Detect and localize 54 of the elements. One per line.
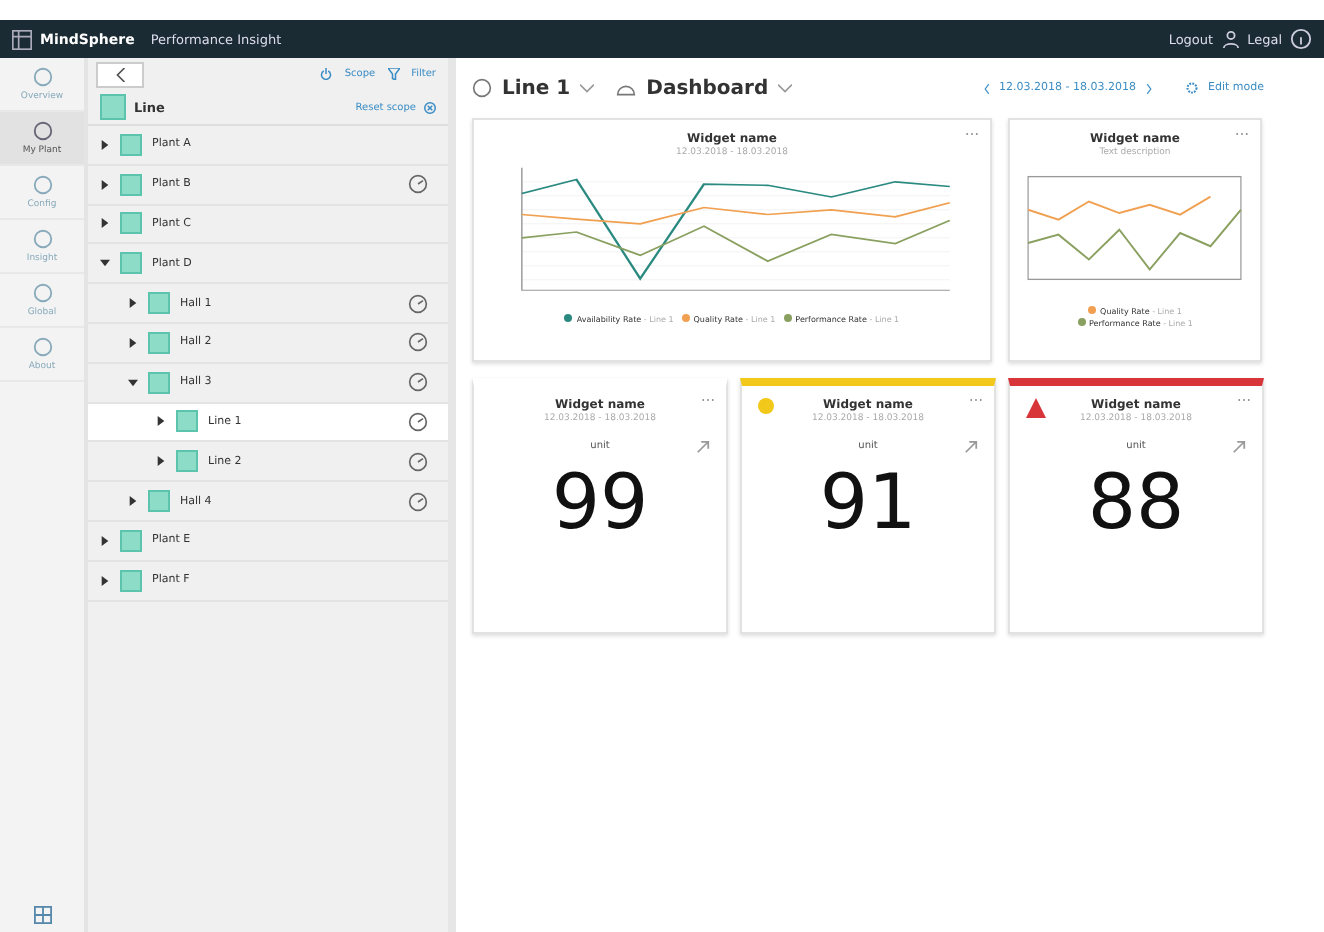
node-icon <box>176 410 198 433</box>
caret-icon[interactable] <box>156 416 166 427</box>
asset-dropdown[interactable]: Line 1 <box>502 77 571 99</box>
nav-icon <box>31 120 53 142</box>
chevron-down-icon[interactable] <box>778 83 793 93</box>
expand-icon[interactable] <box>964 440 978 454</box>
node-icon <box>120 133 142 156</box>
caret-icon[interactable] <box>100 139 110 150</box>
caret-icon[interactable] <box>128 298 138 309</box>
expand-icon[interactable] <box>696 440 710 454</box>
power-icon <box>320 68 333 80</box>
caret-icon[interactable] <box>128 496 138 507</box>
clear-icon[interactable] <box>424 101 436 113</box>
chevron-down-icon[interactable] <box>580 83 595 93</box>
nav-icon <box>31 228 53 250</box>
grid-icon[interactable] <box>33 906 51 924</box>
chevron-right-icon[interactable] <box>1146 83 1152 93</box>
node-icon <box>176 450 198 473</box>
filter-icon <box>387 68 400 80</box>
dashboard-dropdown[interactable]: Dashboard <box>646 77 769 99</box>
user-icon <box>1221 30 1240 48</box>
caret-icon[interactable] <box>156 456 166 467</box>
grid-icon <box>12 29 32 49</box>
warning-triangle-icon <box>1026 398 1046 418</box>
caret-icon[interactable] <box>100 218 110 229</box>
caret-icon[interactable] <box>100 535 110 546</box>
caret-icon[interactable] <box>100 179 110 190</box>
kpi-value: 88 <box>1087 464 1185 540</box>
expand-icon[interactable] <box>1232 440 1246 454</box>
node-icon <box>120 252 142 275</box>
info-icon <box>472 78 492 98</box>
caret-icon[interactable] <box>128 337 138 348</box>
collapse-button[interactable] <box>96 61 144 87</box>
node-icon <box>148 371 170 394</box>
node-icon <box>148 331 170 354</box>
caret-icon[interactable] <box>100 575 110 586</box>
info-icon <box>1290 28 1312 50</box>
kpi-value: 99 <box>551 464 649 540</box>
chevron-left-icon[interactable] <box>983 83 990 93</box>
node-icon <box>120 569 142 592</box>
nav-icon <box>31 336 53 358</box>
node-icon <box>148 292 170 315</box>
caret-icon[interactable] <box>100 258 110 269</box>
node-icon <box>120 529 142 552</box>
nav-icon <box>31 282 53 304</box>
nav-icon <box>31 174 53 196</box>
node-icon <box>120 173 142 196</box>
warning-dot-icon <box>758 398 774 414</box>
node-icon <box>148 490 170 513</box>
caret-icon[interactable] <box>128 377 138 388</box>
chevron-left-icon <box>113 67 127 81</box>
nav-icon <box>31 66 53 88</box>
kpi-value: 91 <box>819 464 917 540</box>
node-icon <box>120 212 142 235</box>
